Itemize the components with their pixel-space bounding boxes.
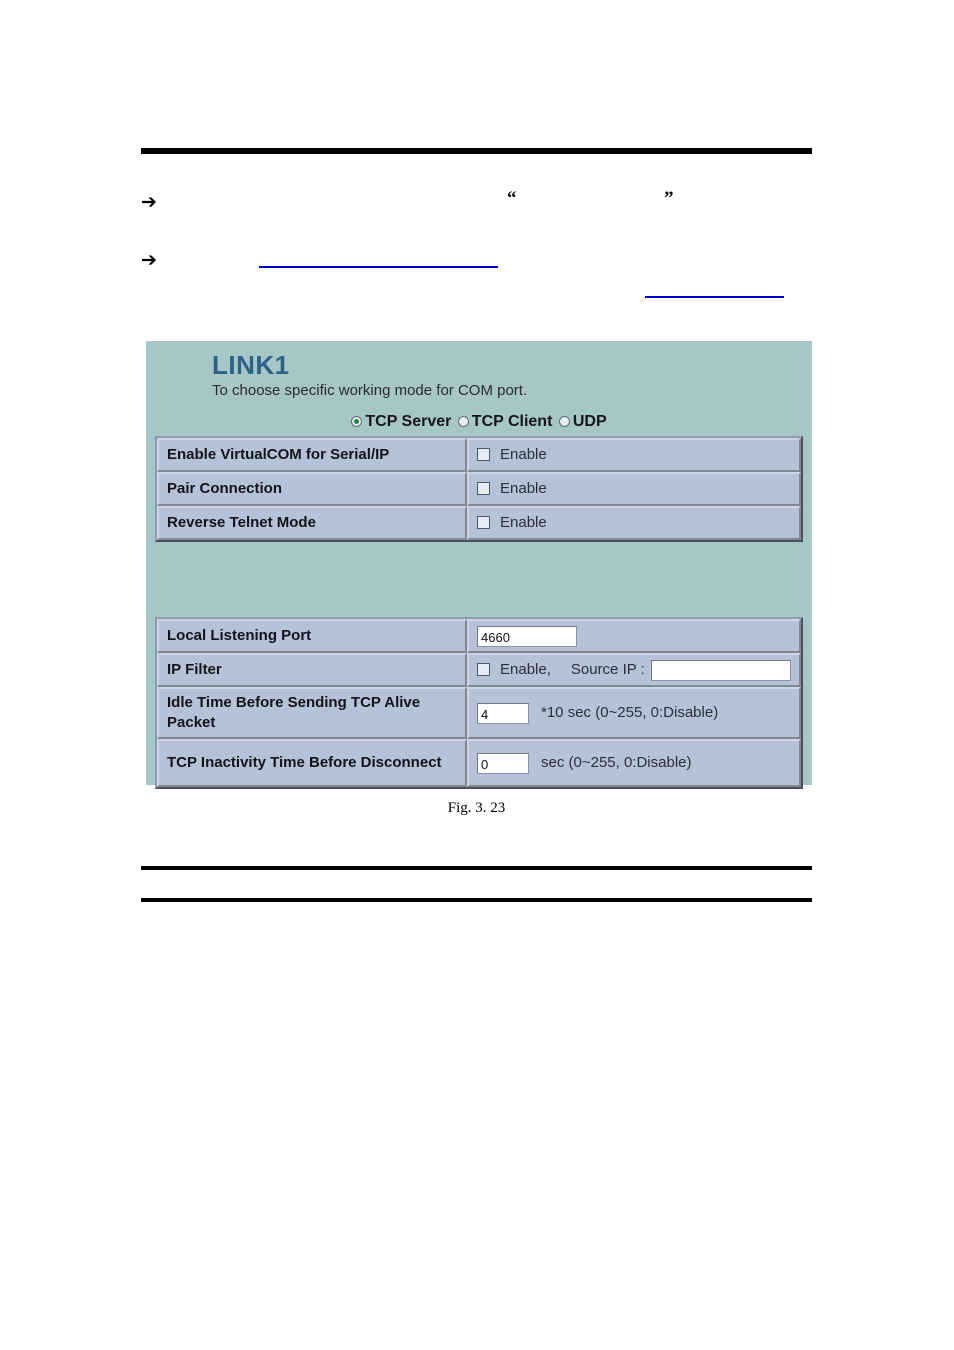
checkbox-label-reverse-telnet-mode: Enable (500, 514, 547, 532)
quote-open-mark: “ (507, 188, 517, 209)
hyperlink-underline-1[interactable] (259, 266, 498, 268)
arrow-bullet-icon: ➔ (141, 191, 157, 213)
radio-option-tcp-server[interactable]: TCP Server (351, 413, 451, 431)
radio-option-tcp-client[interactable]: TCP Client (457, 413, 553, 431)
link1-config-panel: LINK1 To choose specific working mode fo… (146, 341, 812, 790)
settings-table-modes: Enable VirtualCOM for Serial/IP Enable P… (155, 436, 803, 543)
label-source-ip: Source IP : (570, 661, 645, 679)
radio-label-tcp-server: TCP Server (365, 413, 452, 430)
value-enable-virtualcom: Enable (467, 438, 801, 473)
label-tcp-inactivity-time: TCP Inactivity Time Before Disconnect (157, 739, 467, 788)
checkbox-pair-connection[interactable] (477, 482, 490, 496)
page-subtitle: To choose specific working mode for COM … (212, 382, 528, 399)
value-local-listening-port: 4660 (467, 619, 801, 654)
radio-udp-icon[interactable] (558, 416, 570, 427)
working-mode-radio-group: TCP Server TCP Client UDP (146, 413, 812, 431)
footer-rule-bottom (141, 898, 812, 902)
table-row: TCP Inactivity Time Before Disconnect 0s… (157, 739, 801, 788)
tcp-inactivity-time-input[interactable]: 0 (477, 752, 529, 774)
table-row: Reverse Telnet Mode Enable (157, 506, 801, 541)
table-row: Pair Connection Enable (157, 472, 801, 507)
checkbox-label-enable-virtualcom: Enable (500, 446, 547, 464)
label-pair-connection: Pair Connection (157, 472, 467, 507)
radio-tcp-server-icon[interactable] (351, 416, 363, 427)
label-enable-virtualcom: Enable VirtualCOM for Serial/IP (157, 438, 467, 473)
settings-table-connection: Local Listening Port 4660 IP Filter Enab… (155, 617, 803, 790)
figure-caption: Fig. 3. 23 (447, 800, 506, 816)
radio-tcp-client-icon[interactable] (457, 416, 469, 427)
bullet-paragraph-1: ➔ “ ” (141, 188, 812, 216)
quote-close-mark: ” (664, 188, 674, 209)
table-row: Local Listening Port 4660 (157, 619, 801, 654)
label-ip-filter: IP Filter (157, 653, 467, 688)
radio-label-tcp-client: TCP Client (471, 413, 553, 430)
label-idle-time-tcp-alive: Idle Time Before Sending TCP Alive Packe… (157, 687, 467, 740)
checkbox-ip-filter[interactable] (477, 663, 490, 677)
value-tcp-inactivity-time: 0 sec (0~255, 0:Disable) (467, 739, 801, 788)
idle-time-unit-note: *10 sec (0~255, 0:Disable) (541, 704, 719, 722)
table-row: Enable VirtualCOM for Serial/IP Enable (157, 438, 801, 473)
bullet-paragraph-2: ➔ (141, 250, 812, 274)
value-pair-connection: Enable (467, 472, 801, 507)
local-listening-port-input[interactable]: 4660 (477, 625, 577, 647)
radio-option-udp[interactable]: UDP (558, 413, 607, 431)
checkbox-enable-virtualcom[interactable] (477, 448, 490, 462)
source-ip-input[interactable] (650, 659, 791, 681)
page-title: LINK1 (212, 350, 290, 380)
header-rule (141, 148, 812, 154)
checkbox-reverse-telnet-mode[interactable] (477, 516, 490, 530)
checkbox-label-pair-connection: Enable (500, 480, 547, 498)
value-idle-time-tcp-alive: 4 *10 sec (0~255, 0:Disable) (467, 687, 801, 740)
tcp-inactivity-unit-note: sec (0~255, 0:Disable) (541, 754, 692, 772)
value-ip-filter: Enable, Source IP : (467, 653, 801, 688)
idle-time-input[interactable]: 4 (477, 702, 529, 724)
footer-rule-top (141, 866, 812, 870)
value-reverse-telnet-mode: Enable (467, 506, 801, 541)
radio-label-udp: UDP (572, 413, 607, 430)
label-reverse-telnet-mode: Reverse Telnet Mode (157, 506, 467, 541)
arrow-bullet-icon: ➔ (141, 249, 157, 271)
panel-header: LINK1 To choose specific working mode fo… (146, 341, 812, 401)
label-local-listening-port: Local Listening Port (157, 619, 467, 654)
table-row: IP Filter Enable, Source IP : (157, 653, 801, 688)
hyperlink-underline-2[interactable] (645, 296, 784, 298)
checkbox-label-ip-filter: Enable, (500, 661, 551, 679)
table-row: Idle Time Before Sending TCP Alive Packe… (157, 687, 801, 740)
